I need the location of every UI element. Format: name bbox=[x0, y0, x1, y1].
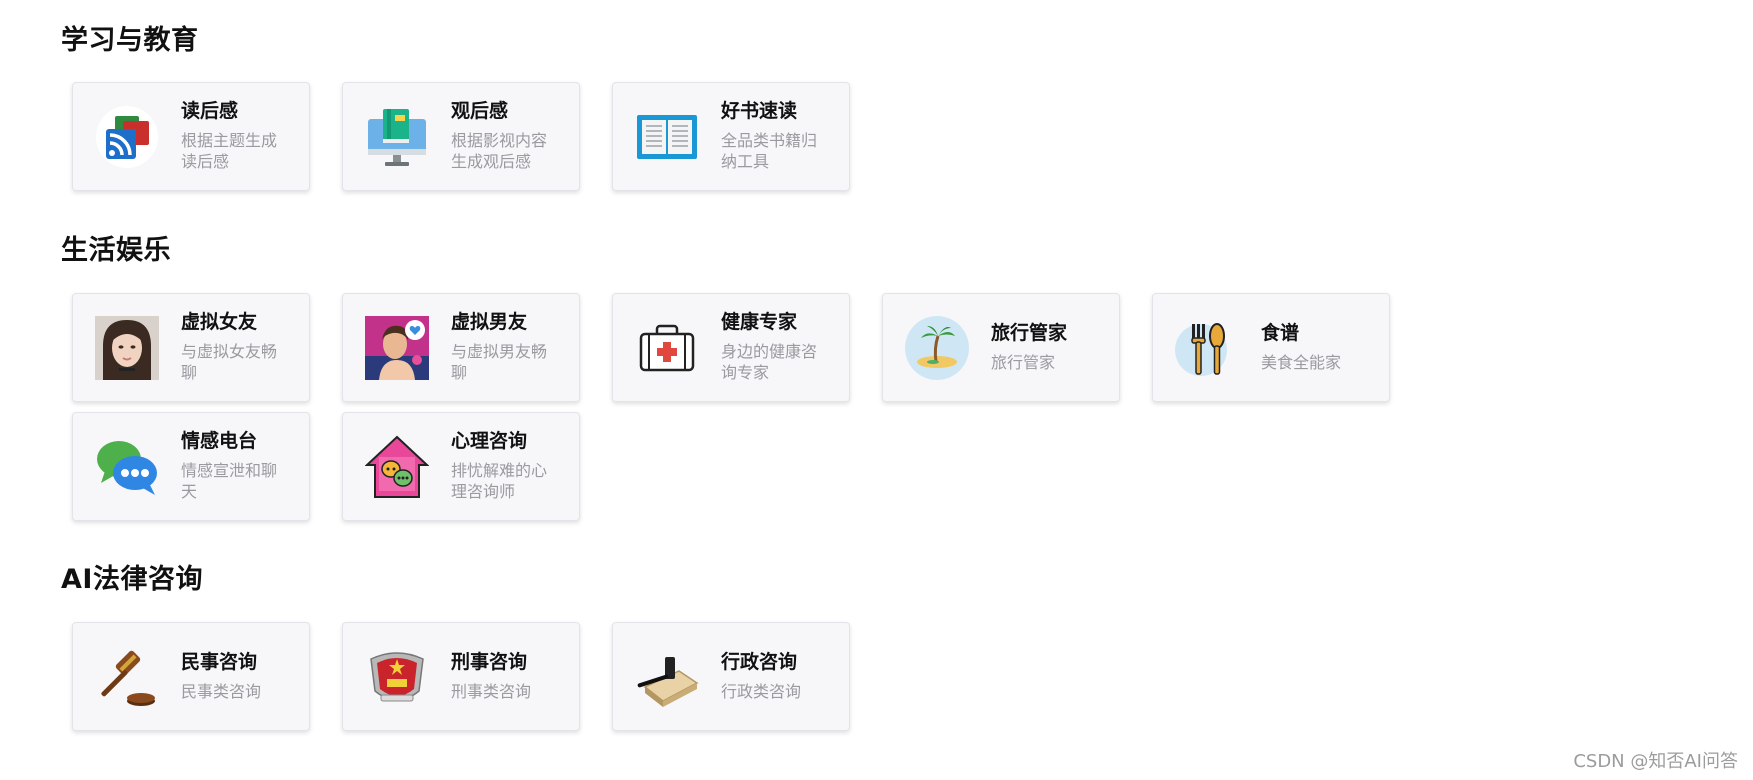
fork-spoon-icon bbox=[1175, 316, 1239, 380]
gavel-block-icon bbox=[635, 645, 699, 709]
card-title: 民事咨询 bbox=[181, 651, 258, 673]
police-badge-icon bbox=[365, 645, 429, 709]
card-description: 行政类咨询 bbox=[721, 682, 802, 701]
section-title-ai-law: AI法律咨询 bbox=[61, 564, 203, 595]
gavel-icon bbox=[95, 645, 159, 709]
palm-island-icon bbox=[905, 316, 969, 380]
girlfriend-avatar-icon bbox=[95, 316, 159, 380]
card-description: 排忧解难的心理咨询师 bbox=[451, 461, 548, 501]
card-description: 身边的健康咨询专家 bbox=[721, 342, 818, 382]
card-title: 好书速读 bbox=[721, 100, 798, 122]
card-title: 虚拟男友 bbox=[451, 311, 528, 333]
card-description: 情感宣泄和聊天 bbox=[181, 461, 278, 501]
card-title: 情感电台 bbox=[181, 430, 258, 452]
card-health-expert[interactable]: 健康专家 身边的健康咨询专家 bbox=[612, 293, 850, 402]
card-speed-reading[interactable]: 好书速读 全品类书籍归纳工具 bbox=[612, 82, 850, 191]
card-virtual-boyfriend[interactable]: 虚拟男友 与虚拟男友畅聊 bbox=[342, 293, 580, 402]
card-description: 民事类咨询 bbox=[181, 682, 262, 701]
card-description: 刑事类咨询 bbox=[451, 682, 532, 701]
card-psych-consult[interactable]: 心理咨询 排忧解难的心理咨询师 bbox=[342, 412, 580, 521]
card-title: 食谱 bbox=[1261, 322, 1300, 344]
card-reading-review[interactable]: 读后感 根据主题生成读后感 bbox=[72, 82, 310, 191]
card-virtual-girlfriend[interactable]: 虚拟女友 与虚拟女友畅聊 bbox=[72, 293, 310, 402]
monitor-book-icon bbox=[365, 105, 429, 169]
card-admin-consult[interactable]: 行政咨询 行政类咨询 bbox=[612, 622, 850, 731]
open-book-icon bbox=[635, 105, 699, 169]
card-title: 旅行管家 bbox=[991, 322, 1068, 344]
card-description: 根据影视内容生成观后感 bbox=[451, 131, 548, 171]
card-description: 全品类书籍归纳工具 bbox=[721, 131, 818, 171]
card-title: 行政咨询 bbox=[721, 651, 798, 673]
card-civil-consult[interactable]: 民事咨询 民事类咨询 bbox=[72, 622, 310, 731]
card-title: 观后感 bbox=[451, 100, 509, 122]
first-aid-kit-icon bbox=[635, 316, 699, 380]
card-description: 美食全能家 bbox=[1261, 353, 1342, 372]
card-emotion-radio[interactable]: 情感电台 情感宣泄和聊天 bbox=[72, 412, 310, 521]
card-title: 健康专家 bbox=[721, 311, 798, 333]
card-recipes[interactable]: 食谱 美食全能家 bbox=[1152, 293, 1390, 402]
card-criminal-consult[interactable]: 刑事咨询 刑事类咨询 bbox=[342, 622, 580, 731]
card-description: 根据主题生成读后感 bbox=[181, 131, 278, 171]
card-description: 与虚拟女友畅聊 bbox=[181, 342, 278, 382]
section-title-learning: 学习与教育 bbox=[61, 25, 199, 56]
card-title: 心理咨询 bbox=[451, 430, 528, 452]
section-title-lifestyle: 生活娱乐 bbox=[61, 235, 171, 266]
card-title: 虚拟女友 bbox=[181, 311, 258, 333]
rss-books-icon bbox=[95, 105, 159, 169]
house-chat-icon bbox=[365, 435, 429, 499]
boyfriend-avatar-icon bbox=[365, 316, 429, 380]
card-title: 读后感 bbox=[181, 100, 239, 122]
card-watch-review[interactable]: 观后感 根据影视内容生成观后感 bbox=[342, 82, 580, 191]
csdn-watermark: CSDN @知否AI问答 bbox=[1573, 751, 1738, 772]
chat-bubbles-icon bbox=[95, 435, 159, 499]
card-travel-butler[interactable]: 旅行管家 旅行管家 bbox=[882, 293, 1120, 402]
card-description: 与虚拟男友畅聊 bbox=[451, 342, 548, 382]
card-description: 旅行管家 bbox=[991, 353, 1056, 372]
card-title: 刑事咨询 bbox=[451, 651, 528, 673]
